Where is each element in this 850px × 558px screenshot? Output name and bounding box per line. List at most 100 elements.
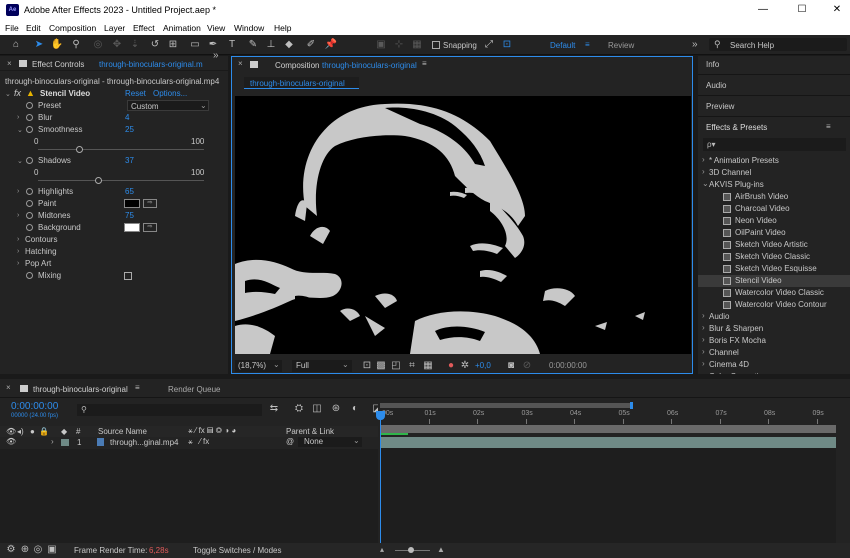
close-tab-icon[interactable]: × [7,59,12,68]
pop-art-group[interactable]: › Pop Art [0,258,228,270]
time-ruler[interactable]: 00s 01s 02s 03s 04s 05s 06s 07s 08s 09s [380,410,835,424]
composition-tab-name[interactable]: through-binoculars-original [322,61,417,70]
in-out-toggle-icon[interactable]: ◎ [31,543,45,557]
guides-icon[interactable]: ⌗ [405,359,419,373]
close-timeline-tab-icon[interactable]: × [6,383,11,392]
tree-twirl-icon[interactable]: › [702,371,705,374]
shadows-twirl-icon[interactable]: ⌄ [17,157,23,165]
show-snapshot-icon[interactable]: ⊘ [520,359,534,373]
blur-value[interactable]: 4 [125,113,129,122]
maximize-button[interactable]: ☐ [794,3,810,17]
zoom-in-icon[interactable]: ▲ [437,545,445,554]
midtones-twirl-icon[interactable]: › [17,212,19,219]
rotation-tool-icon[interactable]: ↺ [148,38,162,52]
workspace-default[interactable]: Default [550,41,575,50]
shadows-stopwatch-icon[interactable] [26,156,36,165]
brush-tool-icon[interactable]: ✎ [246,38,260,52]
shadows-slider-knob[interactable] [95,177,103,184]
pan-camera-icon[interactable]: ✥ [110,38,124,52]
hand-tool-icon[interactable]: ✋ [50,38,64,52]
effects-tree-item[interactable]: OilPaint Video [698,227,850,239]
effects-tree-item[interactable]: Sketch Video Esquisse [698,263,850,275]
tree-twirl-icon[interactable]: › [702,335,705,344]
midtones-stopwatch-icon[interactable] [26,211,36,220]
paint-eyedropper-icon[interactable]: ⇨ [143,199,157,208]
timeline-timecode[interactable]: 0:00:00:00 [11,401,58,412]
options-button[interactable]: Options... [153,89,187,98]
layer-switches-toggle-icon[interactable]: ⚙ [4,543,18,557]
fx-toggle-icon[interactable]: fx [14,88,21,98]
reset-button[interactable]: Reset [125,89,146,98]
view-axis-icon[interactable]: ▦ [410,38,424,52]
comp-subtab[interactable]: through-binoculars-original [244,77,359,89]
lock-panel-icon[interactable] [19,60,27,67]
smoothness-stopwatch-icon[interactable] [26,125,36,134]
workspace-review[interactable]: Review [608,41,634,50]
effects-tree-item[interactable]: › 3D Channel [698,167,850,179]
tree-twirl-icon[interactable]: › [702,347,705,356]
shadows-value[interactable]: 37 [125,156,134,165]
minimize-button[interactable]: — [755,3,771,17]
tree-twirl-icon[interactable]: › [702,323,705,332]
transparency-grid-icon[interactable]: ▩ [374,359,388,373]
timeline-menu-icon[interactable]: ≡ [135,383,140,392]
composition-tab-label[interactable]: Composition [275,61,319,70]
highlights-twirl-icon[interactable]: › [17,188,19,195]
toggle-switches-modes-button[interactable]: Toggle Switches / Modes [193,546,282,555]
mask-visibility-icon[interactable]: ◰ [389,359,403,373]
parent-dropdown[interactable]: None ⌄ [298,436,362,447]
type-tool-icon[interactable]: T [225,38,239,52]
effects-tree-item[interactable]: › Channel [698,347,850,359]
menu-layer[interactable]: Layer [104,23,125,33]
zoom-out-icon[interactable]: ▴ [380,545,384,554]
preset-dropdown[interactable]: Custom ⌄ [127,100,209,111]
effect-controls-tab-label[interactable]: Effect Controls [32,60,84,69]
tree-twirl-icon[interactable]: › [702,311,705,320]
workspace-menu-icon[interactable]: ≡ [585,40,590,49]
menu-edit[interactable]: Edit [26,23,41,33]
tree-twirl-icon[interactable]: › [702,167,705,176]
mixing-checkbox[interactable] [124,272,132,280]
layer-duration-bar[interactable] [380,437,836,448]
effects-tree-item[interactable]: › Color Correction [698,371,850,374]
smoothness-slider-knob[interactable] [75,146,83,153]
background-stopwatch-icon[interactable] [26,223,36,232]
work-area-end-handle[interactable] [630,402,633,409]
smoothness-slider[interactable] [38,149,204,150]
parent-pickwhip-icon[interactable]: @ [286,437,294,446]
midtones-value[interactable]: 75 [125,211,134,220]
timeline-tab-label[interactable]: through-binoculars-original [33,385,128,394]
info-panel-tab[interactable]: Info [706,60,719,69]
comp-menu-icon[interactable]: ≡ [422,59,427,68]
rectangle-tool-icon[interactable]: ▭ [188,38,202,52]
world-axis-icon[interactable]: ⊹ [392,38,406,52]
layer-twirl-icon[interactable]: › [51,437,54,446]
clone-stamp-icon[interactable]: ⊥ [264,38,278,52]
shy-layers-icon[interactable]: ◫ [310,402,324,416]
background-color-swatch[interactable] [124,223,140,232]
puppet-pin-icon[interactable]: 📌 [324,38,338,52]
audio-panel-tab[interactable]: Audio [706,81,726,90]
effects-tree-item[interactable]: ⌄ AKVIS Plug-ins [698,179,850,191]
timeline-search-input[interactable]: ⚲ [77,404,262,416]
layer-row[interactable]: 👁 › 1 through...ginal.mp4 ⚹ ⁄ fx @ None … [0,436,378,448]
menu-animation[interactable]: Animation [163,23,201,33]
contours-group[interactable]: › Contours [0,234,228,246]
snap-edges-icon[interactable]: ⤢ [482,38,496,52]
pop-art-twirl-icon[interactable]: › [17,260,19,267]
draft-3d-icon[interactable]: ⛭ [292,402,306,416]
close-comp-tab-icon[interactable]: × [238,59,243,68]
blur-stopwatch-icon[interactable] [26,113,36,122]
snap-features-icon[interactable]: ⊡ [500,38,514,52]
eraser-tool-icon[interactable]: ◆ [282,38,296,52]
composition-viewer-image[interactable] [235,96,691,354]
work-area-range[interactable] [380,425,836,433]
effects-tree-item[interactable]: Watercolor Video Classic [698,287,850,299]
dolly-camera-icon[interactable]: ⇣ [128,38,142,52]
snapping-checkbox[interactable] [432,41,440,49]
grid-icon[interactable]: ▦ [421,359,435,373]
frame-blending-icon[interactable]: ⊛ [329,402,343,416]
motion-blur-icon[interactable]: ◐ [348,402,362,416]
tree-twirl-icon[interactable]: ⌄ [702,179,709,188]
effects-tree-item[interactable]: Sketch Video Classic [698,251,850,263]
